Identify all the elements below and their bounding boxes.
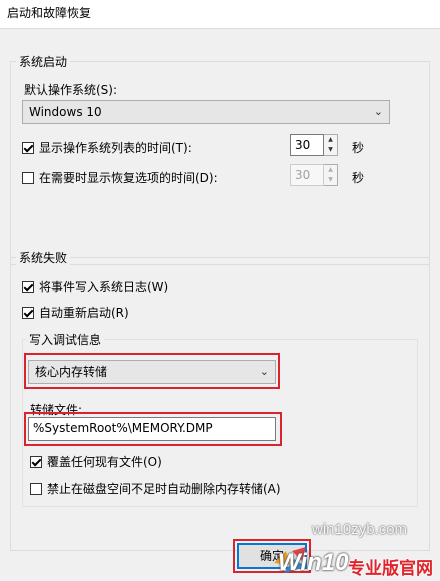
disable-auto-delete-checkbox[interactable]: 禁止在磁盘空间不足时自动删除内存转储(A): [30, 480, 281, 497]
checkbox-box[interactable]: [22, 171, 34, 184]
debug-info-label: 写入调试信息: [26, 331, 105, 348]
show-recovery-label: 在需要时显示恢复选项的时间(D):: [39, 171, 218, 185]
dump-file-input[interactable]: %SystemRoot%\MEMORY.DMP: [28, 417, 276, 441]
watermark-slogan: 专业版官网: [348, 559, 433, 579]
write-event-checkbox[interactable]: 将事件写入系统日志(W): [22, 278, 168, 295]
show-recovery-checkbox[interactable]: 在需要时显示恢复选项的时间(D):: [22, 169, 218, 186]
dump-type-value: 核心内存转储: [35, 365, 108, 379]
spin-down-icon: ▼: [328, 176, 333, 183]
title-bar: 启动和故障恢复: [0, 0, 440, 28]
write-event-label: 将事件写入系统日志(W): [39, 280, 169, 294]
checkbox-box[interactable]: [22, 306, 34, 319]
checkbox-box[interactable]: [22, 280, 34, 293]
spin-up-icon: ▲: [328, 166, 333, 173]
show-recovery-unit: 秒: [352, 171, 365, 185]
show-recovery-spinner: 30 ▲ ▼: [290, 164, 338, 186]
chevron-down-icon: ⌄: [259, 365, 269, 378]
dump-type-dropdown[interactable]: 核心内存转储 ⌄: [28, 360, 276, 384]
auto-restart-checkbox[interactable]: 自动重新启动(R): [22, 304, 129, 321]
watermark-url: win10zyb.com: [312, 521, 408, 538]
dialog-client: 系统启动 默认操作系统(S): Windows 10 ⌄ 显示操作系统列表的时间…: [0, 28, 440, 581]
show-os-list-unit: 秒: [352, 141, 365, 155]
show-os-list-value[interactable]: 30: [290, 134, 324, 156]
checkbox-box[interactable]: [30, 455, 42, 468]
spin-down-icon[interactable]: ▼: [324, 145, 337, 155]
system-failure-label: 系统失败: [16, 249, 71, 266]
window-title: 启动和故障恢复: [7, 6, 92, 20]
default-os-label: 默认操作系统(S):: [24, 83, 118, 97]
spinner-arrows[interactable]: ▲ ▼: [324, 134, 338, 156]
checkbox-box[interactable]: [22, 141, 34, 154]
watermark: win10zyb.com Win10 专业版官网: [268, 521, 440, 581]
system-startup-label: 系统启动: [16, 53, 71, 70]
default-os-dropdown[interactable]: Windows 10 ⌄: [22, 100, 390, 124]
disable-auto-delete-label: 禁止在磁盘空间不足时自动删除内存转储(A): [47, 482, 281, 496]
show-os-list-label: 显示操作系统列表的时间(T):: [39, 141, 192, 155]
checkbox-box[interactable]: [30, 482, 42, 495]
chevron-down-icon: ⌄: [373, 105, 383, 118]
show-os-list-spinner[interactable]: 30 ▲ ▼: [290, 134, 338, 156]
show-os-list-checkbox[interactable]: 显示操作系统列表的时间(T):: [22, 139, 192, 156]
overwrite-checkbox[interactable]: 覆盖任何现有文件(O): [30, 453, 162, 470]
auto-restart-label: 自动重新启动(R): [39, 306, 129, 320]
watermark-brand: Win10: [278, 549, 349, 576]
default-os-value: Windows 10: [29, 105, 102, 119]
show-recovery-value: 30: [290, 164, 324, 186]
spin-up-icon[interactable]: ▲: [324, 135, 337, 145]
spinner-arrows: ▲ ▼: [324, 164, 338, 186]
overwrite-label: 覆盖任何现有文件(O): [47, 455, 162, 469]
